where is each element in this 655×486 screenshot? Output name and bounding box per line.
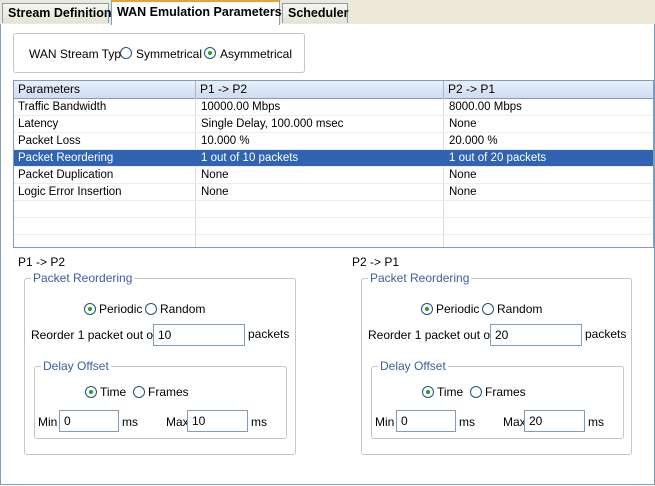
p2-p1-periodic-label[interactable]: Periodic xyxy=(436,302,479,316)
cell-parameter: Logic Error Insertion xyxy=(18,186,122,198)
p2-p1-random-label[interactable]: Random xyxy=(497,302,542,316)
p1-p2-random-radio[interactable] xyxy=(145,302,157,315)
cell-p2-p1: None xyxy=(449,169,477,181)
p1-p2-delay-offset-group: Delay Offset Time Frames Min ms Max ms xyxy=(34,359,287,439)
cell-p2-p1: 20.000 % xyxy=(449,135,498,147)
p2-p1-min-input[interactable] xyxy=(396,410,456,432)
p1-p2-reorder-label: Reorder 1 packet out of xyxy=(31,328,157,342)
p1-p2-frames-radio[interactable] xyxy=(133,385,145,398)
p2-p1-min-unit: ms xyxy=(459,415,475,429)
table-row-empty xyxy=(14,218,653,235)
p2-p1-frames-label[interactable]: Frames xyxy=(485,385,526,399)
p1-p2-max-label: Max xyxy=(166,415,189,429)
cell-p2-p1: 1 out of 20 packets xyxy=(449,152,547,164)
p1-p2-min-input[interactable] xyxy=(59,410,119,432)
cell-p1-p2: 10000.00 Mbps xyxy=(201,101,281,113)
tab-scheduler[interactable]: Scheduler xyxy=(282,3,348,23)
p2-p1-section-title: P2 -> P1 xyxy=(352,255,400,269)
p2-p1-max-label: Max xyxy=(503,415,526,429)
table-row[interactable]: Logic Error Insertion None None xyxy=(14,184,653,201)
tab-strip: Stream Definition WAN Emulation Paramete… xyxy=(0,0,655,25)
table-header: Parameters P1 -> P2 P2 -> P1 xyxy=(14,81,653,99)
p2-p1-max-unit: ms xyxy=(588,415,604,429)
cell-parameter: Packet Reordering xyxy=(18,152,114,164)
cell-p2-p1: None xyxy=(449,186,477,198)
header-p1-p2[interactable]: P1 -> P2 xyxy=(196,81,444,98)
p2-p1-min-label: Min xyxy=(375,415,395,429)
p1-p2-reorder-input[interactable] xyxy=(153,324,245,346)
cell-p1-p2: None xyxy=(201,186,229,198)
parameters-table: Parameters P1 -> P2 P2 -> P1 Traffic Ban… xyxy=(13,80,654,248)
p1-p2-max-unit: ms xyxy=(251,415,267,429)
header-parameters[interactable]: Parameters xyxy=(14,81,196,98)
p2-p1-reorder-input[interactable] xyxy=(490,324,582,346)
p2-p1-frames-radio[interactable] xyxy=(470,385,482,398)
cell-p2-p1: None xyxy=(449,118,477,130)
stream-type-label: WAN Stream Type xyxy=(29,47,128,61)
p2-p1-reorder-label: Reorder 1 packet out of xyxy=(368,328,494,342)
symmetrical-label[interactable]: Symmetrical xyxy=(136,47,202,61)
tab-wan-emulation-parameters[interactable]: WAN Emulation Parameters xyxy=(111,0,282,25)
p1-p2-random-label[interactable]: Random xyxy=(160,302,205,316)
p1-p2-frames-label[interactable]: Frames xyxy=(148,385,189,399)
p1-p2-time-radio[interactable] xyxy=(85,385,97,398)
table-row-empty xyxy=(14,201,653,218)
table-row[interactable]: Traffic Bandwidth 10000.00 Mbps 8000.00 … xyxy=(14,99,653,116)
p1-p2-min-unit: ms xyxy=(122,415,138,429)
cell-parameter: Packet Loss xyxy=(18,135,81,147)
p2-p1-time-label[interactable]: Time xyxy=(437,385,463,399)
p1-p2-time-label[interactable]: Time xyxy=(100,385,126,399)
tab-stream-definition[interactable]: Stream Definition xyxy=(2,3,112,23)
table-row[interactable]: Packet Loss 10.000 % 20.000 % xyxy=(14,133,653,150)
table-row[interactable]: Latency Single Delay, 100.000 msec None xyxy=(14,116,653,133)
p1-p2-reordering-group: Packet Reordering Periodic Random Reorde… xyxy=(24,271,296,455)
cell-parameter: Latency xyxy=(18,118,59,130)
p1-p2-periodic-radio[interactable] xyxy=(84,302,96,315)
stream-type-group: WAN Stream Type Symmetrical Asymmetrical xyxy=(13,33,305,73)
p2-p1-delay-offset-group: Delay Offset Time Frames Min ms Max ms xyxy=(371,359,624,439)
p2-p1-reordering-group: Packet Reordering Periodic Random Reorde… xyxy=(361,271,632,455)
p2-p1-packets-label: packets xyxy=(585,327,627,341)
header-p2-p1[interactable]: P2 -> P1 xyxy=(444,81,653,98)
p1-p2-min-label: Min xyxy=(38,415,58,429)
cell-parameter: Packet Duplication xyxy=(18,169,114,181)
asymmetrical-label[interactable]: Asymmetrical xyxy=(220,47,292,61)
p2-p1-periodic-radio[interactable] xyxy=(421,302,433,315)
p2-p1-max-input[interactable] xyxy=(524,410,585,432)
asymmetrical-radio[interactable] xyxy=(204,46,216,59)
symmetrical-radio[interactable] xyxy=(120,46,132,59)
cell-p2-p1: 8000.00 Mbps xyxy=(449,101,522,113)
cell-p1-p2: 10.000 % xyxy=(201,135,250,147)
p2-p1-reordering-legend: Packet Reordering xyxy=(368,271,472,285)
cell-p1-p2: Single Delay, 100.000 msec xyxy=(201,118,344,130)
p1-p2-reordering-legend: Packet Reordering xyxy=(31,271,135,285)
cell-parameter: Traffic Bandwidth xyxy=(18,101,107,113)
p2-p1-time-radio[interactable] xyxy=(422,385,434,398)
p1-p2-periodic-label[interactable]: Periodic xyxy=(99,302,142,316)
p1-p2-packets-label: packets xyxy=(248,327,290,341)
cell-p1-p2: 1 out of 10 packets xyxy=(201,152,299,164)
p1-p2-section-title: P1 -> P2 xyxy=(18,255,66,269)
cell-p1-p2: None xyxy=(201,169,229,181)
table-row[interactable]: Packet Duplication None None xyxy=(14,167,653,184)
table-row-selected[interactable]: Packet Reordering 1 out of 10 packets 1 … xyxy=(14,150,653,167)
p1-p2-max-input[interactable] xyxy=(187,410,248,432)
p2-p1-delay-offset-legend: Delay Offset xyxy=(378,359,448,373)
p1-p2-delay-offset-legend: Delay Offset xyxy=(41,359,111,373)
p2-p1-random-radio[interactable] xyxy=(482,302,494,315)
